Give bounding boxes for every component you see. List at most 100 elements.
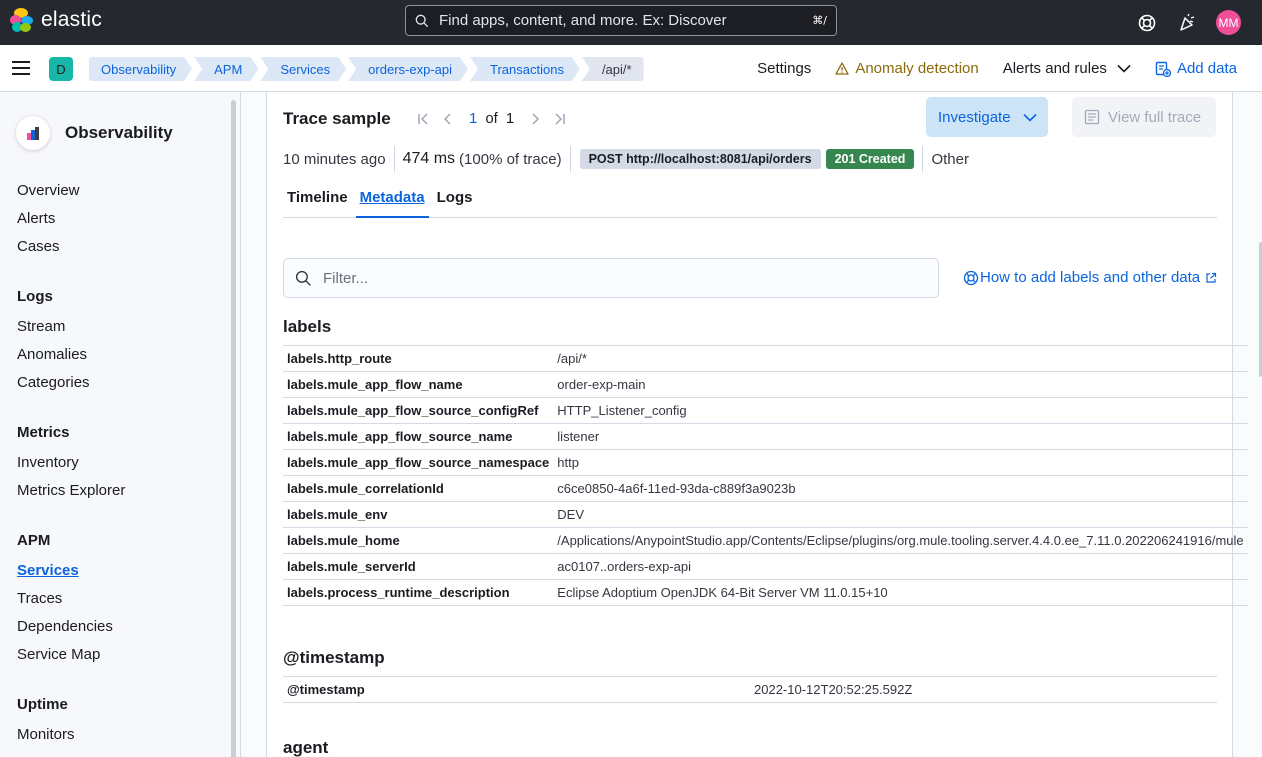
observability-logo-icon xyxy=(16,116,50,150)
global-search[interactable]: Find apps, content, and more. Ex: Discov… xyxy=(405,5,837,36)
section-title-timestamp: @timestamp xyxy=(283,648,385,667)
sidebar-section-logs: Logs xyxy=(17,288,53,305)
table-row: labels.mule_serverId ac0107..orders-exp-a… xyxy=(283,553,1248,580)
tab-timeline[interactable]: Timeline xyxy=(283,183,352,218)
brand-name: elastic xyxy=(41,8,102,31)
breadcrumb-services[interactable]: Services xyxy=(260,57,346,81)
elastic-logo-icon xyxy=(10,8,34,32)
settings-link[interactable]: Settings xyxy=(757,60,811,77)
field-value: /Applications/AnypointStudio.app/Content… xyxy=(553,527,1248,554)
help-icon xyxy=(963,270,979,285)
elastic-logo[interactable]: elastic xyxy=(10,8,102,32)
search-placeholder: Find apps, content, and more. Ex: Discov… xyxy=(439,12,727,29)
transaction-type: Other xyxy=(931,150,969,168)
field-value: order-exp-main xyxy=(553,371,1248,398)
trace-sample-title: Trace sample xyxy=(283,109,391,128)
view-full-trace-button[interactable]: View full trace xyxy=(1072,97,1216,137)
sidebar-item-traces[interactable]: Traces xyxy=(17,590,62,607)
trace-duration: 474 ms xyxy=(402,150,456,167)
external-link-icon xyxy=(1206,272,1217,283)
next-page-icon[interactable] xyxy=(528,112,542,126)
sidebar-item-monitors[interactable]: Monitors xyxy=(17,726,75,743)
breadcrumb-observability[interactable]: Observability xyxy=(89,57,192,81)
alerts-rules-menu[interactable]: Alerts and rules xyxy=(1003,60,1131,77)
how-to-add-labels-link[interactable]: How to add labels and other data xyxy=(963,269,1217,286)
main-content: Trace sample 1 of 1 Investigate View ful… xyxy=(241,92,1262,757)
field-key: labels.mule_app_flow_source_namespace xyxy=(283,449,554,476)
metadata-filter-input[interactable]: Filter... xyxy=(283,258,939,298)
user-avatar[interactable]: MM xyxy=(1216,10,1241,35)
chevron-down-icon xyxy=(1022,113,1037,122)
field-key: labels.mule_app_flow_source_name xyxy=(283,423,554,450)
alerts-rules-label: Alerts and rules xyxy=(1002,60,1107,77)
field-key: labels.mule_app_flow_source_configRef xyxy=(283,397,554,424)
menu-icon[interactable] xyxy=(12,60,30,76)
table-row: labels.mule_correlationId c6ce0850-4a6f-1… xyxy=(283,475,1248,502)
breadcrumb-transactions[interactable]: Transactions xyxy=(470,57,580,81)
sidebar-item-cases[interactable]: Cases xyxy=(17,238,60,255)
field-key: labels.mule_app_flow_name xyxy=(283,371,554,398)
trace-age: 10 minutes ago xyxy=(283,150,386,168)
field-key: labels.http_route xyxy=(283,345,554,372)
sidebar-item-inventory[interactable]: Inventory xyxy=(17,454,79,471)
search-shortcut: ⌘/ xyxy=(812,14,827,27)
trace-pager: 1 of 1 xyxy=(417,110,576,127)
breadcrumb-apm[interactable]: APM xyxy=(194,57,258,81)
current-page[interactable]: 1 xyxy=(469,110,477,127)
section-title-agent: agent xyxy=(283,738,329,757)
sidebar-item-categories[interactable]: Categories xyxy=(17,374,90,391)
add-data-icon xyxy=(1155,61,1171,77)
top-header: elastic Find apps, content, and more. Ex… xyxy=(0,0,1262,45)
divider xyxy=(922,146,924,172)
first-page-icon[interactable] xyxy=(417,112,431,126)
field-value: /api/* xyxy=(553,345,1248,372)
anomaly-detection-label: Anomaly detection xyxy=(855,60,979,77)
field-value: Eclipse Adoptium OpenJDK 64-Bit Server V… xyxy=(553,579,1248,606)
field-value: DEV xyxy=(553,501,1248,528)
total-pages: 1 xyxy=(505,110,515,127)
sidebar-scrollbar[interactable] xyxy=(231,100,236,757)
field-key: labels.mule_env xyxy=(283,501,554,528)
field-value: http xyxy=(553,449,1248,476)
trace-sample-panel: Trace sample 1 of 1 Investigate View ful… xyxy=(266,92,1248,757)
help-icon[interactable] xyxy=(1137,13,1157,33)
sidebar-section-apm: APM xyxy=(17,532,51,549)
table-row: @timestamp 2022-10-12T20:52:25.592Z xyxy=(283,676,1217,703)
table-row: labels.process_runtime_description Eclips… xyxy=(283,579,1248,606)
space-avatar[interactable]: D xyxy=(49,57,73,81)
tab-logs[interactable]: Logs xyxy=(433,183,477,218)
sidebar-item-service-map[interactable]: Service Map xyxy=(17,646,100,663)
previous-page-icon[interactable] xyxy=(441,112,455,126)
section-title-labels: labels xyxy=(283,317,332,336)
sidebar-item-metrics-explorer[interactable]: Metrics Explorer xyxy=(17,482,125,499)
sidebar-item-alerts[interactable]: Alerts xyxy=(17,210,55,227)
labels-table: labels.http_route/api/* labels.mule_app_f… xyxy=(283,345,1248,606)
field-key: labels.mule_home xyxy=(283,527,554,554)
sidebar-item-services[interactable]: Services xyxy=(17,562,79,579)
newsfeed-icon[interactable] xyxy=(1177,13,1197,33)
sidebar-item-anomalies[interactable]: Anomalies xyxy=(17,346,87,363)
table-row: labels.mule_home/Applications/AnypointSt… xyxy=(283,527,1248,554)
add-data-link[interactable]: Add data xyxy=(1155,60,1237,77)
divider xyxy=(569,146,571,172)
anomaly-detection-link[interactable]: Anomaly detection xyxy=(835,60,979,77)
trace-summary: 10 minutes ago 474 ms (100% of trace) PO… xyxy=(283,146,969,172)
table-row: labels.mule_app_flow_name order-exp-main xyxy=(283,371,1248,398)
field-key: labels.mule_correlationId xyxy=(283,475,554,502)
trace-duration-pct: (100% of trace) xyxy=(459,150,562,168)
how-to-add-labels-label: How to add labels and other data xyxy=(980,269,1201,286)
investigate-button[interactable]: Investigate xyxy=(926,97,1048,137)
sidebar-item-overview[interactable]: Overview xyxy=(17,182,80,199)
table-row: labels.http_route/api/* xyxy=(283,345,1248,372)
field-key: @timestamp xyxy=(283,676,750,703)
breadcrumb-service[interactable]: orders-exp-api xyxy=(348,57,468,81)
table-row: labels.mule_app_flow_source_configRef HTT… xyxy=(283,397,1248,424)
tab-metadata[interactable]: Metadata xyxy=(355,183,429,218)
field-key: labels.mule_serverId xyxy=(283,553,554,580)
field-value: HTTP_Listener_config xyxy=(553,397,1248,424)
chevron-down-icon xyxy=(1117,64,1131,73)
last-page-icon[interactable] xyxy=(552,112,566,126)
document-icon xyxy=(1084,109,1100,125)
sidebar-item-dependencies[interactable]: Dependencies xyxy=(17,618,113,635)
sidebar-item-stream[interactable]: Stream xyxy=(17,318,65,335)
